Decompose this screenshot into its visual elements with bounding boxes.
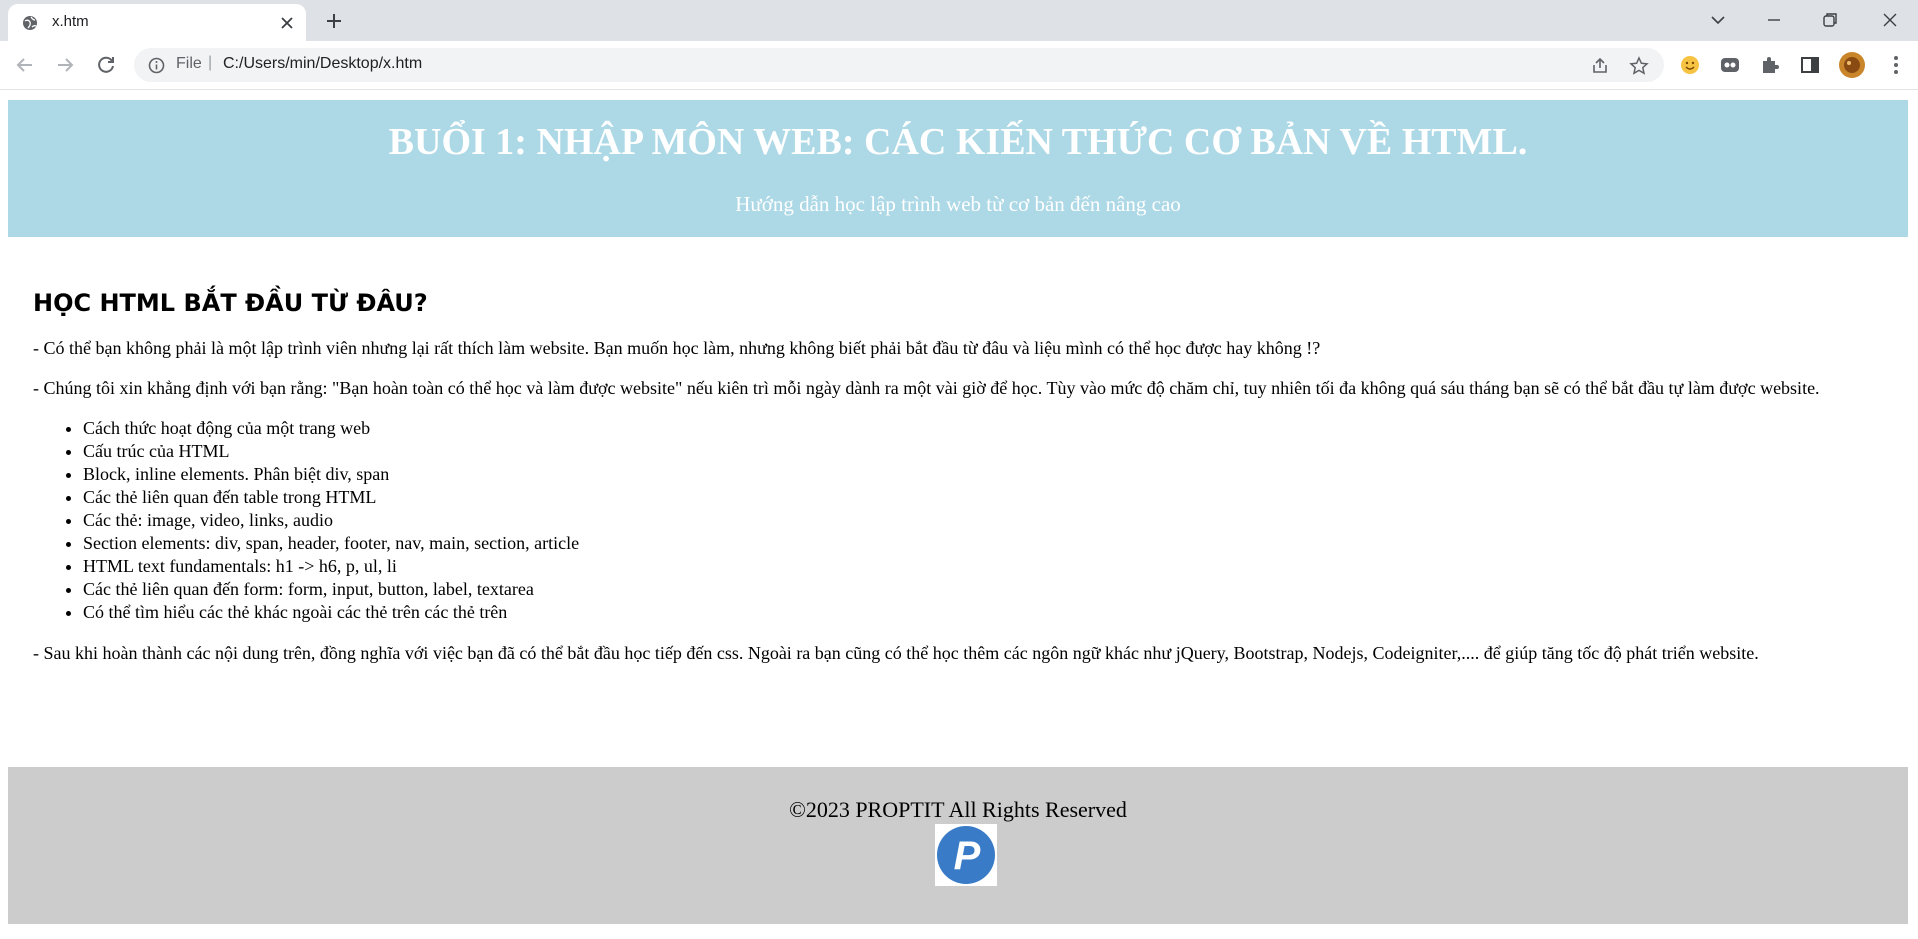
- chevron-down-icon[interactable]: [1706, 8, 1730, 32]
- url-separator: |: [208, 54, 213, 71]
- emoji-extension-icon[interactable]: [1678, 53, 1702, 77]
- list-item: HTML text fundamentals: h1 -> h6, p, ul,…: [83, 555, 1893, 578]
- proptit-logo: P: [935, 824, 997, 886]
- assurance-paragraph: - Chúng tôi xin khẳng định với bạn rằng:…: [33, 378, 1820, 398]
- tab-title: x.htm: [52, 13, 89, 30]
- list-item: Section elements: div, span, header, foo…: [83, 532, 1893, 555]
- active-tab[interactable]: x.htm: [8, 4, 306, 41]
- section-heading: HỌC HTML BẮT ĐẦU TỪ ĐÂU?: [33, 289, 428, 317]
- intro-paragraph: - Có thể bạn không phải là một lập trình…: [33, 338, 1321, 358]
- browser-toolbar: File | C:/Users/min/Desktop/x.htm: [0, 41, 1918, 90]
- page-subtitle: Hướng dẫn học lập trình web từ cơ bản đế…: [735, 192, 1181, 216]
- window-close-icon[interactable]: [1878, 8, 1902, 32]
- reload-icon[interactable]: [94, 53, 118, 77]
- conclusion-paragraph: - Sau khi hoàn thành các nội dung trên, …: [33, 643, 1759, 663]
- restore-icon[interactable]: [1818, 8, 1842, 32]
- url-scheme: File: [176, 55, 202, 72]
- puzzle-icon[interactable]: [1758, 53, 1782, 77]
- url-text[interactable]: C:/Users/min/Desktop/x.htm: [223, 55, 422, 73]
- forward-icon[interactable]: [53, 53, 77, 77]
- profile-avatar[interactable]: [1838, 51, 1866, 79]
- star-icon[interactable]: [1629, 56, 1649, 76]
- list-item: Cách thức hoạt động của một trang web: [83, 417, 1893, 440]
- back-icon[interactable]: [13, 53, 37, 77]
- svg-text:P: P: [954, 834, 981, 878]
- list-item: Các thẻ: image, video, links, audio: [83, 509, 1893, 532]
- list-item: Block, inline elements. Phân biệt div, s…: [83, 463, 1893, 486]
- globe-icon: [23, 16, 37, 30]
- tab-strip: x.htm: [0, 0, 1918, 41]
- list-item: Có thể tìm hiểu các thẻ khác ngoài các t…: [83, 601, 1893, 624]
- page-header: BUỔI 1: NHẬP MÔN WEB: CÁC KIẾN THỨC CƠ B…: [8, 100, 1908, 237]
- footer-copyright: ©2023 PROPTIT All Rights Reserved: [789, 797, 1127, 822]
- topic-list: Cách thức hoạt động của một trang web Cấ…: [33, 417, 1893, 624]
- plus-icon[interactable]: [323, 10, 345, 32]
- side-panel-icon[interactable]: [1798, 53, 1822, 77]
- close-icon[interactable]: [278, 14, 296, 32]
- list-item: Các thẻ liên quan đến table trong HTML: [83, 486, 1893, 509]
- page-footer: ©2023 PROPTIT All Rights Reserved P: [8, 767, 1908, 924]
- kebab-menu-icon[interactable]: [1884, 53, 1908, 77]
- extension-icon[interactable]: [1718, 53, 1742, 77]
- list-item: Cấu trúc của HTML: [83, 440, 1893, 463]
- minimize-icon[interactable]: [1762, 8, 1786, 32]
- main-content: HỌC HTML BẮT ĐẦU TỪ ĐÂU? - Có thể bạn kh…: [33, 287, 1893, 682]
- list-item: Các thẻ liên quan đến form: form, input,…: [83, 578, 1893, 601]
- address-bar[interactable]: File | C:/Users/min/Desktop/x.htm: [134, 48, 1664, 82]
- share-icon[interactable]: [1590, 56, 1610, 76]
- info-icon[interactable]: [148, 57, 165, 74]
- page-title: BUỔI 1: NHẬP MÔN WEB: CÁC KIẾN THỨC CƠ B…: [388, 121, 1528, 163]
